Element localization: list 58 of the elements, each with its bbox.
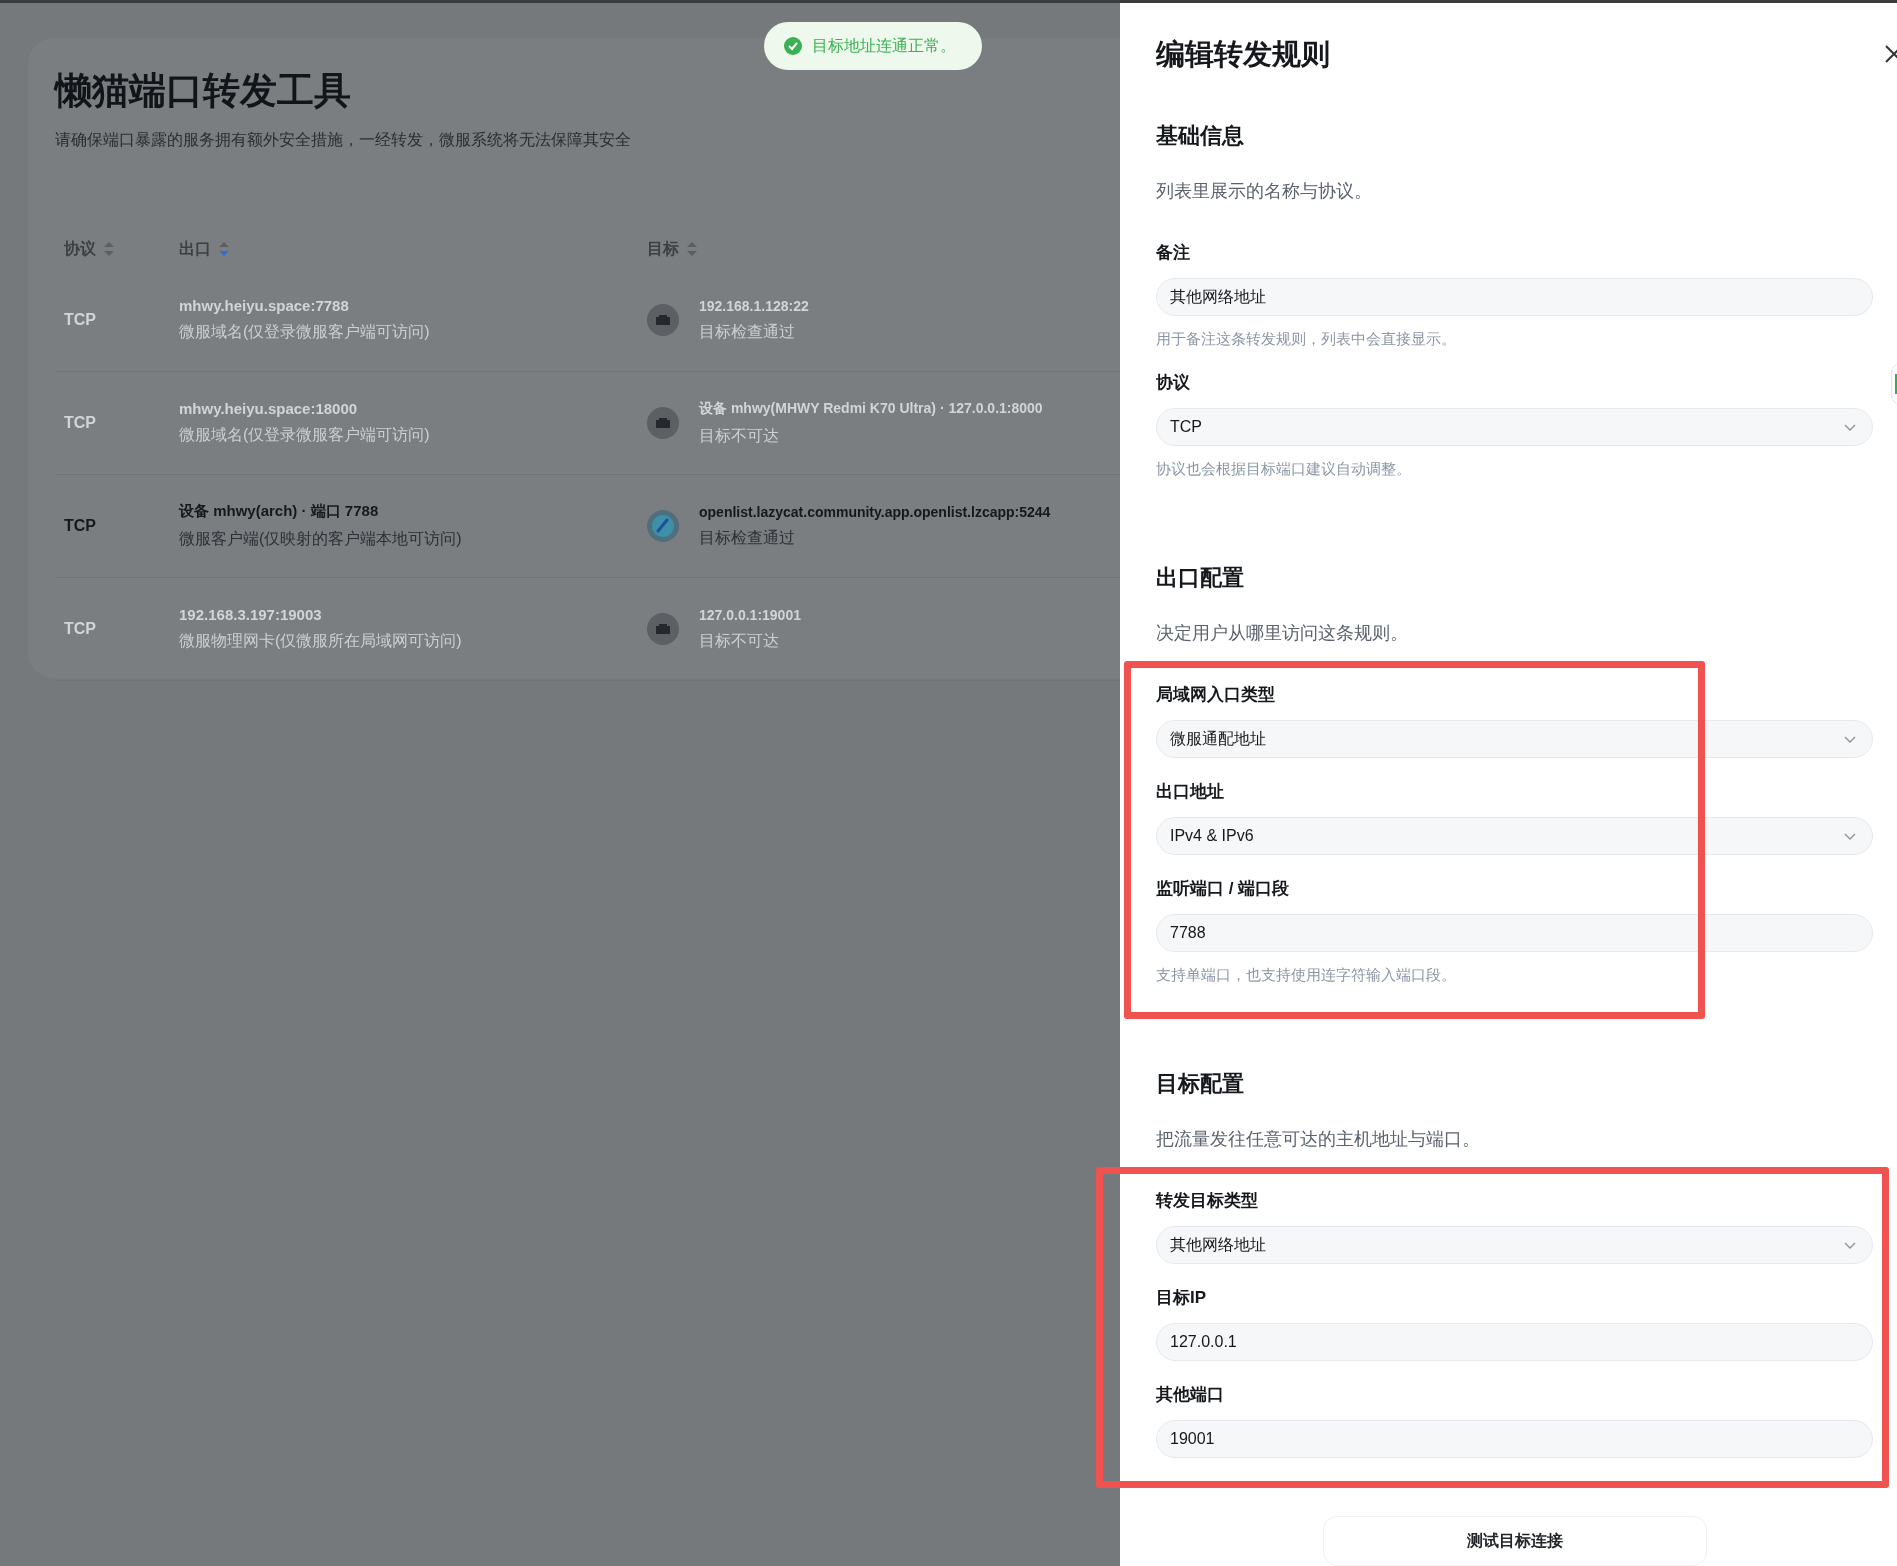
target-status: 目标检查通过 (699, 321, 796, 342)
sort-icon[interactable] (104, 242, 114, 256)
field-hint: 用于备注这条转发规则，列表中会直接显示。 (1156, 330, 1457, 349)
field-label: 协议 (1156, 372, 1191, 394)
protocol-text: TCP (64, 517, 96, 535)
field-label: 出口地址 (1156, 781, 1225, 803)
exit-note: 微服客户端(仅映射的客户端本地可访问) (179, 529, 462, 549)
select-field[interactable]: TCP (1156, 408, 1873, 446)
section-description: 把流量发往任意可达的主机地址与端口。 (1156, 1128, 1481, 1151)
field-hint: 支持单端口，也支持使用连字符输入端口段。 (1156, 966, 1457, 985)
input-field[interactable]: 127.0.0.1 (1156, 1323, 1873, 1361)
select-field[interactable]: 其他网络地址 (1156, 1226, 1873, 1264)
target-address: openlist.lazycat.community.app.openlist.lzcapp:5244 (699, 503, 1051, 520)
chevron-down-icon (1844, 1241, 1856, 1249)
input-field[interactable]: 7788 (1156, 914, 1873, 952)
target-address: 192.168.1.128:22 (699, 297, 809, 314)
select-field[interactable]: 微服通配地址 (1156, 720, 1873, 758)
sort-icon[interactable] (687, 242, 697, 256)
check-circle-icon (784, 37, 802, 55)
exit-address: 192.168.3.197:19003 (179, 606, 323, 623)
page-subtitle: 请确保端口暴露的服务拥有额外安全措施，一经转发，微服系统将无法保障其安全 (55, 130, 632, 150)
section-description: 决定用户从哪里访问这条规则。 (1156, 622, 1409, 645)
toast-text: 目标地址连通正常。 (812, 35, 956, 56)
field-label: 目标IP (1156, 1287, 1208, 1309)
chevron-down-icon (1844, 423, 1856, 431)
section-title: 出口配置 (1156, 564, 1245, 592)
protocol-text: TCP (64, 620, 96, 638)
target-address: 127.0.0.1:19001 (699, 606, 801, 623)
field-label: 其他端口 (1156, 1384, 1225, 1406)
field-label: 监听端口 / 端口段 (1156, 878, 1291, 900)
chevron-down-icon (1844, 735, 1856, 743)
protocol-text: TCP (64, 414, 96, 432)
exit-address: mhwy.heiyu.space:18000 (179, 400, 359, 417)
exit-address: mhwy.heiyu.space:7788 (179, 297, 350, 314)
input-field[interactable]: 其他网络地址 (1156, 278, 1873, 316)
field-label: 局域网入口类型 (1156, 684, 1276, 706)
sort-icon[interactable] (219, 242, 229, 256)
target-status: 目标检查通过 (699, 527, 796, 548)
exit-address: 设备 mhwy(arch) · 端口 7788 (179, 502, 380, 521)
section-title: 目标配置 (1156, 1070, 1245, 1098)
chevron-down-icon (1844, 832, 1856, 840)
select-field[interactable]: IPv4 & IPv6 (1156, 817, 1873, 855)
section-description: 列表里展示的名称与协议。 (1156, 180, 1373, 203)
field-hint: 协议也会根据目标端口建议自动调整。 (1156, 460, 1412, 479)
target-status: 目标不可达 (699, 425, 780, 446)
drawer-title: 编辑转发规则 (1156, 37, 1331, 72)
target-status: 目标不可达 (699, 630, 780, 651)
page-title: 懒猫端口转发工具 (55, 69, 352, 113)
field-label: 备注 (1156, 242, 1191, 264)
section-title: 基础信息 (1156, 122, 1245, 150)
exit-note: 微服域名(仅登录微服客户端可访问) (179, 322, 430, 342)
exit-note: 微服物理网卡(仅微服所在局域网可访问) (179, 631, 462, 651)
input-field[interactable]: 19001 (1156, 1420, 1873, 1458)
protocol-text: TCP (64, 311, 96, 329)
exit-note: 微服域名(仅登录微服客户端可访问) (179, 425, 430, 445)
field-label: 转发目标类型 (1156, 1190, 1259, 1212)
target-address: 设备 mhwy(MHWY Redmi K70 Ultra) · 127.0.0.1:8000 (699, 399, 1043, 418)
test-connection-button[interactable]: 测试目标连接 (1322, 1516, 1707, 1566)
